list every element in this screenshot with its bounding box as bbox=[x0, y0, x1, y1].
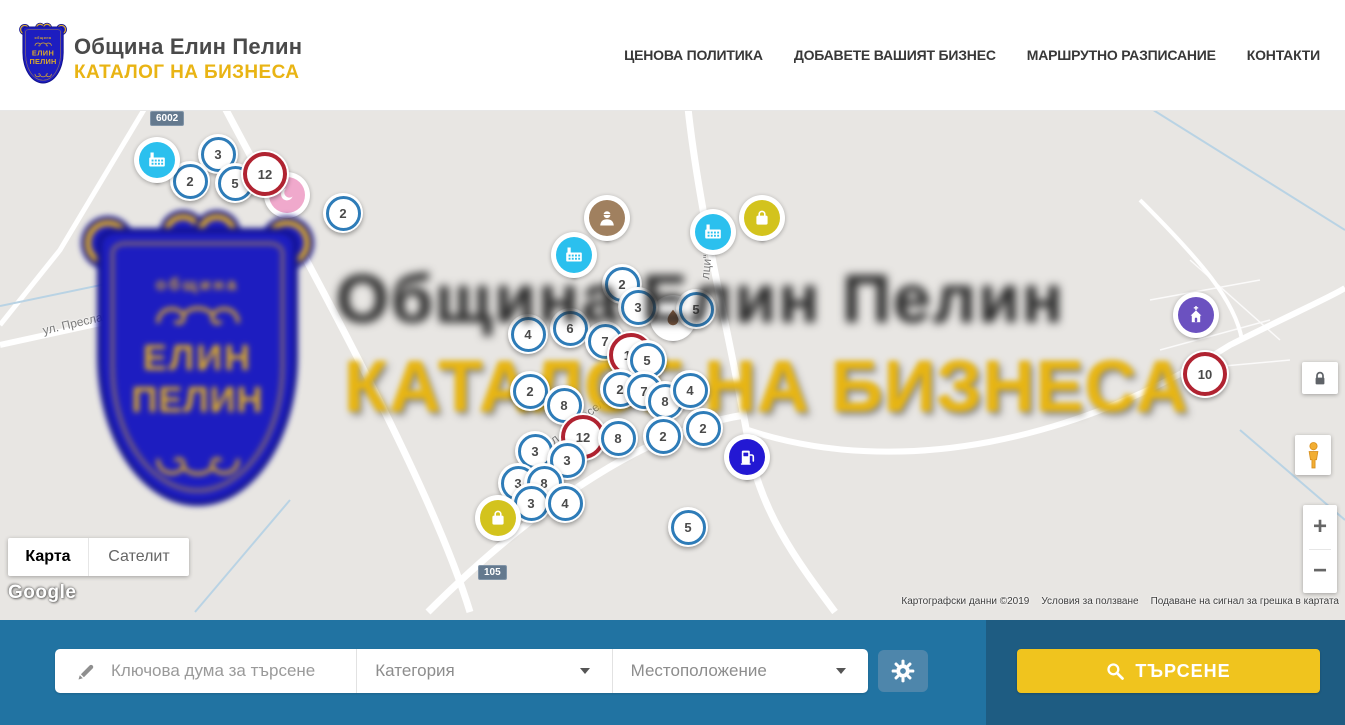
main-nav: ЦЕНОВА ПОЛИТИКА ДОБАВЕТЕ ВАШИЯТ БИЗНЕС М… bbox=[624, 0, 1320, 110]
factory-icon bbox=[139, 142, 175, 178]
map-type-map-button[interactable]: Карта bbox=[8, 538, 89, 576]
search-icon bbox=[1106, 662, 1125, 681]
google-map[interactable]: 6002 105 ул. Преслав бул. „Новосел лци“ … bbox=[0, 110, 1345, 620]
cluster-marker[interactable]: 5 bbox=[676, 289, 716, 329]
terms-of-use-link[interactable]: Условия за ползване bbox=[1041, 596, 1138, 607]
factory-pin-marker[interactable] bbox=[690, 209, 736, 255]
cluster-marker[interactable]: 8 bbox=[598, 418, 638, 458]
google-logo[interactable]: Google bbox=[8, 582, 76, 604]
zoom-out-button[interactable]: − bbox=[1303, 550, 1337, 594]
cluster-marker[interactable]: 2 bbox=[643, 416, 683, 456]
map-type-control: Карта Сателит bbox=[8, 538, 189, 576]
site-title: Община Елин Пелин bbox=[74, 34, 302, 60]
cluster-marker[interactable]: 10 bbox=[1181, 350, 1229, 398]
factory-pin-marker[interactable] bbox=[134, 137, 180, 183]
category-select[interactable]: Категория bbox=[357, 649, 612, 693]
cluster-marker[interactable]: 4 bbox=[545, 483, 585, 523]
site-logo[interactable]: община ЕЛИН ПЕЛИН bbox=[20, 24, 68, 84]
nav-item-route-schedule[interactable]: МАРШРУТНО РАЗПИСАНИЕ bbox=[1027, 47, 1216, 63]
report-map-error-link[interactable]: Подаване на сигнал за грешка в картата bbox=[1151, 596, 1339, 607]
street-label: лци“ bbox=[698, 254, 714, 280]
worker-pin-marker[interactable] bbox=[584, 195, 630, 241]
map-attribution: Картографски данни ©2019 Условия за полз… bbox=[901, 596, 1339, 607]
road-number-label: 6002 bbox=[150, 111, 184, 126]
lock-control[interactable] bbox=[1302, 362, 1338, 394]
shopping-bag-pin-marker[interactable] bbox=[475, 495, 521, 541]
cluster-marker[interactable]: 3 bbox=[618, 287, 658, 327]
pegman-control[interactable] bbox=[1295, 435, 1331, 475]
site-subtitle: КАТАЛОГ НА БИЗНЕСА bbox=[74, 62, 302, 84]
location-select[interactable]: Местоположение bbox=[613, 649, 868, 693]
church-pin-marker[interactable] bbox=[1173, 292, 1219, 338]
fuel-icon bbox=[729, 439, 765, 475]
advanced-settings-button[interactable] bbox=[878, 650, 928, 692]
municipality-crest-logo: община ЕЛИН ПЕЛИН bbox=[20, 24, 66, 83]
road-number-label: 105 bbox=[478, 565, 507, 580]
crest-flourish bbox=[33, 41, 53, 47]
crest-shield: община ЕЛИН ПЕЛИН bbox=[22, 26, 63, 83]
worker-icon bbox=[589, 200, 625, 236]
shopping-bag-icon bbox=[744, 200, 780, 236]
location-select-label: Местоположение bbox=[631, 661, 767, 681]
cluster-marker[interactable]: 12 bbox=[241, 150, 289, 198]
zoom-in-button[interactable]: + bbox=[1303, 505, 1337, 549]
search-button[interactable]: ТЪРСЕНЕ bbox=[1017, 649, 1320, 693]
cluster-marker[interactable]: 2 bbox=[323, 193, 363, 233]
nav-item-add-business[interactable]: ДОБАВЕТЕ ВАШИЯТ БИЗНЕС bbox=[794, 47, 996, 63]
keyword-section bbox=[55, 649, 357, 693]
pegman-icon bbox=[1306, 442, 1321, 469]
cluster-marker[interactable]: 5 bbox=[668, 507, 708, 547]
map-data-copyright: Картографски данни ©2019 bbox=[901, 596, 1029, 607]
search-input-group: Категория Местоположение bbox=[55, 649, 868, 693]
cluster-marker[interactable]: 4 bbox=[670, 370, 710, 410]
cluster-marker[interactable]: 4 bbox=[508, 314, 548, 354]
header: община ЕЛИН ПЕЛИН Община Елин Пелин КАТА… bbox=[0, 0, 1345, 111]
cluster-marker[interactable]: 2 bbox=[683, 408, 723, 448]
lock-icon bbox=[1312, 370, 1328, 386]
chevron-down-icon bbox=[836, 668, 846, 674]
crest-name-line2: ПЕЛИН bbox=[23, 57, 62, 66]
category-select-label: Категория bbox=[375, 661, 454, 681]
nav-item-pricing[interactable]: ЦЕНОВА ПОЛИТИКА bbox=[624, 47, 763, 63]
gear-icon bbox=[891, 659, 915, 683]
search-button-label: ТЪРСЕНЕ bbox=[1135, 661, 1230, 682]
chevron-down-icon bbox=[580, 668, 590, 674]
fuel-pin-marker[interactable] bbox=[724, 434, 770, 480]
keyword-search-input[interactable] bbox=[109, 660, 353, 682]
search-bar: Категория Местоположение bbox=[0, 620, 1345, 725]
factory-icon bbox=[695, 214, 731, 250]
church-icon bbox=[1178, 297, 1214, 333]
map-type-satellite-button[interactable]: Сателит bbox=[89, 538, 189, 576]
cluster-marker[interactable]: 6 bbox=[550, 308, 590, 348]
shopping-bag-icon bbox=[480, 500, 516, 536]
shopping-bag-pin-marker[interactable] bbox=[739, 195, 785, 241]
pencil-icon bbox=[76, 662, 96, 682]
crest-name-line1: ЕЛИН bbox=[23, 49, 62, 58]
nav-item-contacts[interactable]: КОНТАКТИ bbox=[1247, 47, 1320, 63]
factory-icon bbox=[556, 237, 592, 273]
brand-block: Община Елин Пелин КАТАЛОГ НА БИЗНЕСА bbox=[74, 34, 302, 84]
crest-flourish bbox=[33, 72, 53, 78]
zoom-control: + − bbox=[1303, 505, 1337, 593]
crest-region-label: община bbox=[23, 36, 62, 40]
